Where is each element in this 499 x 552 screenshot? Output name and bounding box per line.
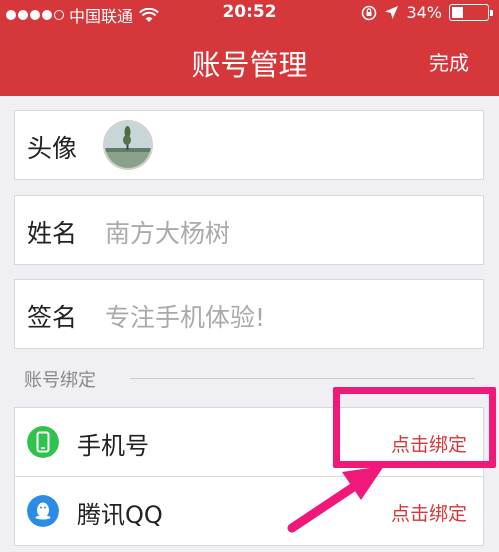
- status-bar-right: 34%: [361, 3, 493, 22]
- battery-percent: 34%: [406, 3, 442, 22]
- done-button[interactable]: 完成: [429, 47, 469, 76]
- avatar[interactable]: [103, 120, 153, 170]
- status-bar: 中国联通 20:52 34%: [0, 0, 499, 26]
- battery-level: [452, 7, 464, 18]
- bind-label-qq: 腾讯QQ: [77, 501, 163, 529]
- bind-row-qq[interactable]: 腾讯QQ 点击绑定: [14, 476, 484, 546]
- battery-icon: [449, 4, 493, 21]
- avatar-image: [105, 122, 151, 168]
- highlight-box: [333, 387, 496, 468]
- signature-value[interactable]: 专注手机体验!: [105, 298, 265, 334]
- orientation-lock-icon: [362, 5, 377, 20]
- phone-icon: [27, 426, 59, 458]
- page-title: 账号管理: [191, 48, 308, 82]
- avatar-row[interactable]: 头像: [14, 110, 484, 180]
- name-value[interactable]: 南方大杨树: [105, 214, 230, 250]
- location-arrow-icon: [385, 6, 399, 19]
- section-divider: [130, 378, 475, 379]
- signature-label: 签名: [27, 303, 78, 332]
- bind-qq-button[interactable]: 点击绑定: [391, 499, 467, 526]
- qq-penguin-icon: [27, 495, 59, 527]
- bind-label-phone: 手机号: [77, 432, 149, 460]
- signature-row[interactable]: 签名 专注手机体验!: [14, 279, 484, 349]
- section-title-account-binding: 账号绑定: [24, 370, 96, 391]
- name-row[interactable]: 姓名 南方大杨树: [14, 195, 484, 265]
- name-label: 姓名: [27, 219, 78, 248]
- avatar-label: 头像: [27, 134, 78, 163]
- nav-header: 中国联通 20:52 34% 账号管理 完成: [0, 0, 499, 96]
